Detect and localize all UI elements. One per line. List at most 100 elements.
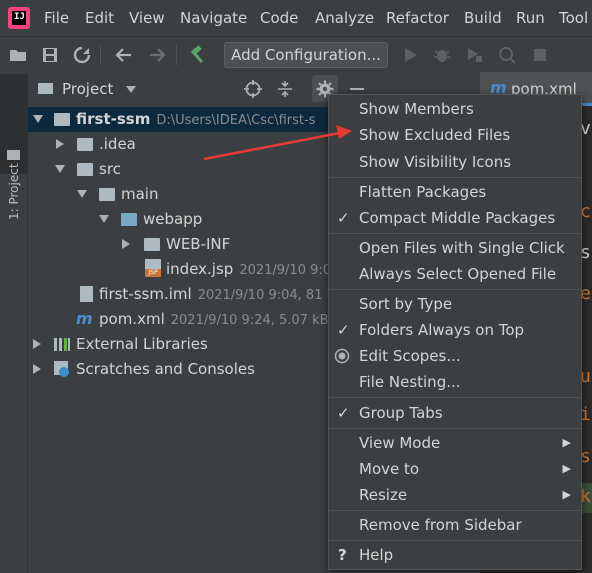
menu-item-flatten-packages[interactable]: Flatten Packages	[329, 179, 581, 205]
expanded-arrow-icon[interactable]	[77, 190, 87, 199]
folder-icon	[77, 138, 93, 151]
menu-item-remove-from-sidebar[interactable]: Remove from Sidebar	[329, 512, 581, 538]
menu-item-resize[interactable]: Resize ▶	[329, 482, 581, 508]
menu-tools[interactable]: Tool	[559, 9, 588, 27]
menu-item-label: File Nesting...	[359, 373, 461, 391]
save-icon[interactable]	[40, 45, 60, 65]
hide-panel-icon[interactable]	[350, 88, 364, 90]
library-icon	[54, 338, 70, 351]
web-folder-icon	[121, 213, 137, 226]
tree-item-webapp[interactable]: webapp	[143, 207, 202, 232]
menu-item-edit-scopes[interactable]: Edit Scopes...	[329, 343, 581, 369]
project-tab-label: 1: Project	[7, 163, 21, 220]
tree-item-first-ssm-iml[interactable]: first-ssm.iml 2021/9/10 9:04, 81 B	[99, 282, 336, 307]
menu-separator	[329, 510, 581, 511]
menu-item-file-nesting[interactable]: File Nesting...	[329, 369, 581, 395]
collapse-all-icon[interactable]	[275, 79, 295, 99]
menu-item-help[interactable]: ? Help	[329, 542, 581, 568]
menu-item-label: Open Files with Single Click	[359, 239, 565, 257]
menu-item-label: Folders Always on Top	[359, 321, 525, 339]
forward-arrow-icon[interactable]	[147, 45, 167, 65]
tree-item-meta: 2021/9/10 9:04, 81 B	[197, 288, 336, 303]
menu-item-view-mode[interactable]: View Mode ▶	[329, 430, 581, 456]
tree-item-meta: 2021/9/10 9:0	[239, 263, 332, 278]
collapsed-arrow-icon[interactable]	[56, 139, 64, 149]
tree-item-label: first-ssm	[76, 110, 151, 128]
tree-item-label: first-ssm.iml	[99, 285, 192, 303]
back-arrow-icon[interactable]	[114, 45, 134, 65]
build-hammer-icon[interactable]	[188, 45, 208, 65]
menu-build[interactable]: Build	[464, 9, 502, 27]
open-folder-icon[interactable]	[8, 45, 28, 65]
menu-item-folders-always-on-top[interactable]: ✓ Folders Always on Top	[329, 317, 581, 343]
menu-item-label: Always Select Opened File	[359, 265, 557, 283]
jsp-file-icon: JSP	[145, 259, 161, 277]
tree-item-index-jsp[interactable]: index.jsp 2021/9/10 9:0	[166, 257, 331, 282]
collapsed-arrow-icon[interactable]	[122, 239, 130, 249]
profile-icon[interactable]	[497, 45, 517, 65]
stop-icon[interactable]	[530, 45, 550, 65]
menu-refactor[interactable]: Refactor	[386, 9, 449, 27]
checkmark-icon: ✓	[337, 209, 350, 227]
menu-separator	[329, 233, 581, 234]
menu-item-label: Sort by Type	[359, 295, 453, 313]
menu-code[interactable]: Code	[260, 9, 298, 27]
menu-item-label: View Mode	[359, 434, 441, 452]
tree-item-pom-xml[interactable]: pom.xml 2021/9/10 9:24, 5.07 kB	[99, 307, 329, 332]
menu-file[interactable]: File	[44, 9, 69, 27]
menu-item-label: Move to	[359, 460, 420, 478]
tree-item-label: index.jsp	[166, 260, 234, 278]
coverage-icon[interactable]	[464, 45, 484, 65]
menu-run[interactable]: Run	[516, 9, 545, 27]
menu-separator	[329, 397, 581, 398]
menu-item-label: Show Excluded Files	[359, 126, 511, 144]
module-folder-icon	[54, 113, 70, 126]
menu-item-label: Help	[359, 546, 394, 564]
expanded-arrow-icon[interactable]	[55, 165, 65, 174]
menu-analyze[interactable]: Analyze	[315, 9, 374, 27]
add-configuration-button[interactable]: Add Configuration...	[224, 42, 388, 68]
tree-item-external-libraries[interactable]: External Libraries	[76, 332, 208, 357]
menu-view[interactable]: View	[129, 9, 165, 27]
menu-item-move-to[interactable]: Move to ▶	[329, 456, 581, 482]
menu-edit[interactable]: Edit	[85, 9, 114, 27]
tree-item-idea[interactable]: .idea	[99, 132, 136, 157]
tree-item-meta: 2021/9/10 9:24, 5.07 kB	[170, 313, 329, 328]
run-icon[interactable]	[400, 45, 420, 65]
menu-item-sort-by-type[interactable]: Sort by Type	[329, 291, 581, 317]
tree-item-web-inf[interactable]: WEB-INF	[166, 232, 230, 257]
intellij-logo-icon: IJ	[8, 7, 30, 29]
menu-item-show-members[interactable]: Show Members	[329, 96, 581, 122]
iml-file-icon	[80, 286, 93, 302]
folder-icon	[77, 163, 93, 176]
project-view-selector[interactable]: Project	[62, 80, 113, 98]
menu-separator	[329, 540, 581, 541]
collapsed-arrow-icon[interactable]	[33, 364, 41, 374]
scratches-icon	[54, 361, 69, 377]
project-view-icon	[38, 83, 53, 94]
menu-item-compact-middle-packages[interactable]: ✓ Compact Middle Packages	[329, 205, 581, 231]
menu-item-show-visibility-icons[interactable]: Show Visibility Icons	[329, 149, 581, 175]
menu-item-open-files-single-click[interactable]: Open Files with Single Click	[329, 235, 581, 261]
menu-item-group-tabs[interactable]: ✓ Group Tabs	[329, 400, 581, 426]
menu-item-always-select-opened-file[interactable]: Always Select Opened File	[329, 261, 581, 287]
collapsed-arrow-icon[interactable]	[33, 339, 41, 349]
chevron-down-icon[interactable]	[126, 86, 136, 94]
menu-separator	[329, 428, 581, 429]
gear-options-popup-menu: Show Members Show Excluded Files Show Vi…	[328, 94, 582, 570]
project-tool-window-tab[interactable]: 1: Project	[0, 74, 27, 220]
tree-item-scratches-and-consoles[interactable]: Scratches and Consoles	[76, 357, 255, 382]
menu-item-label: Remove from Sidebar	[359, 516, 522, 534]
submenu-arrow-icon: ▶	[562, 436, 571, 449]
tree-item-src[interactable]: src	[99, 157, 121, 182]
menu-navigate[interactable]: Navigate	[180, 9, 247, 27]
sync-icon[interactable]	[72, 45, 92, 65]
locate-file-icon[interactable]	[243, 79, 263, 99]
menu-item-show-excluded-files[interactable]: Show Excluded Files	[329, 122, 581, 148]
tree-item-main[interactable]: main	[121, 182, 158, 207]
expanded-arrow-icon[interactable]	[33, 115, 43, 124]
tree-item-first-ssm[interactable]: first-ssm D:\Users\IDEA\Csc\first-s	[76, 107, 315, 132]
expanded-arrow-icon[interactable]	[99, 215, 109, 224]
menu-separator	[329, 289, 581, 290]
debug-icon[interactable]	[432, 45, 452, 65]
